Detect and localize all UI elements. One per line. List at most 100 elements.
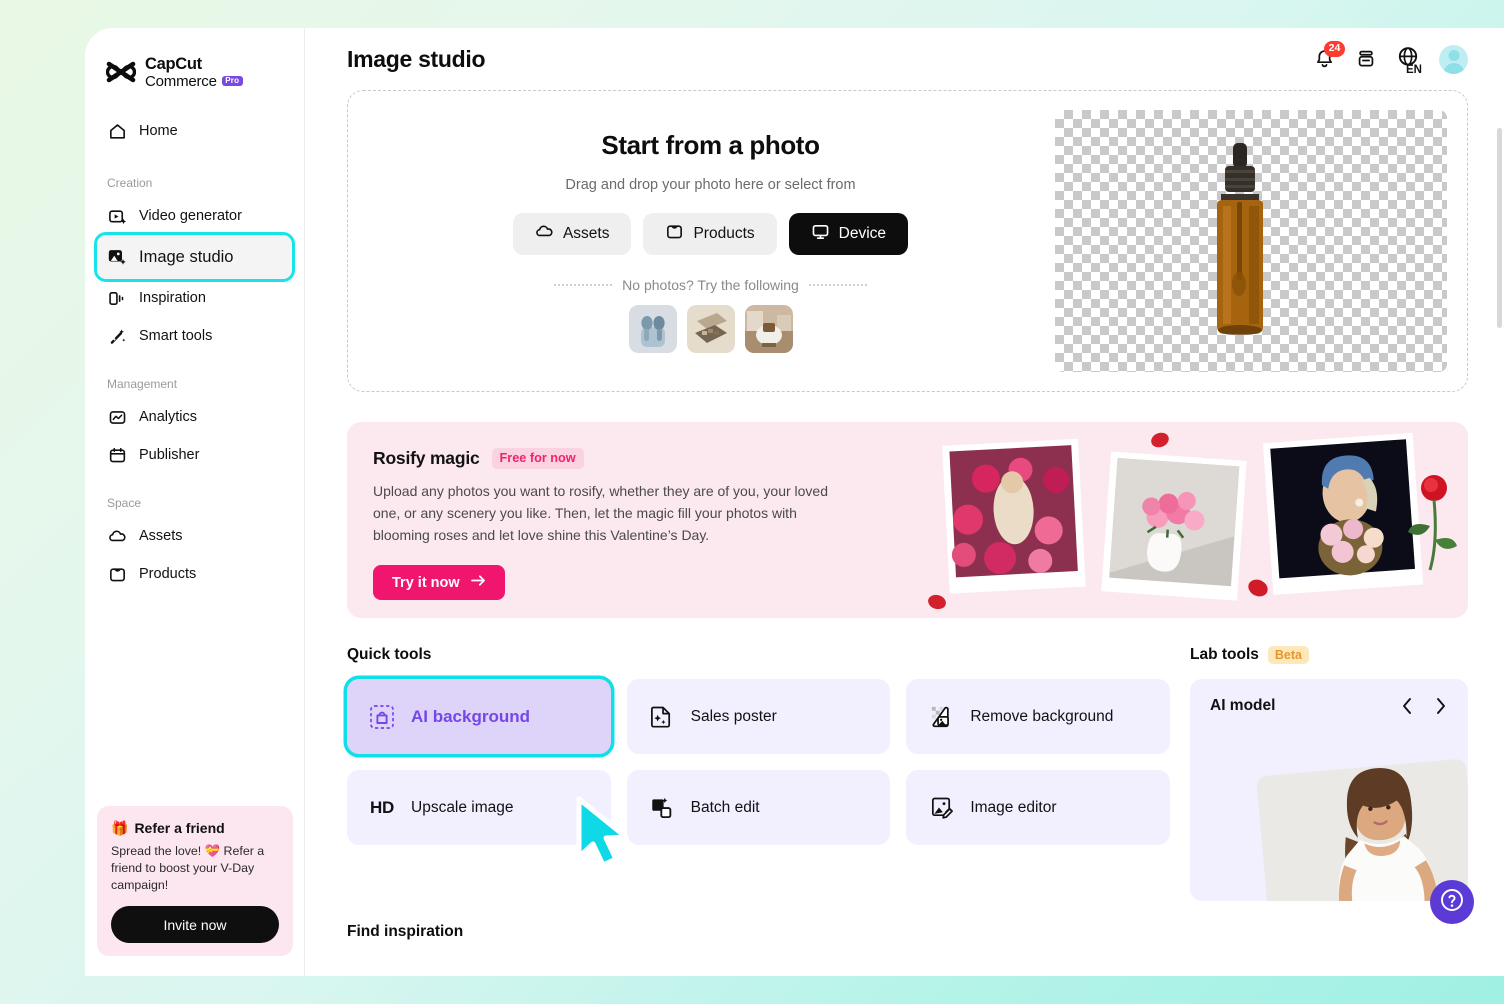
- tool-card-ai-background[interactable]: AI background: [347, 679, 611, 754]
- sidebar-item-video-generator-label: Video generator: [139, 208, 242, 224]
- language-label: EN: [1406, 64, 1422, 76]
- bag-icon: [107, 564, 127, 584]
- batch-edit-icon: [649, 795, 675, 820]
- sidebar-nav: Home Creation Video generator Image stud…: [85, 112, 304, 593]
- petal: [1151, 432, 1169, 448]
- upload-from-products-button[interactable]: Products: [643, 212, 777, 255]
- rosify-try-it-now-button[interactable]: Try it now: [373, 565, 505, 601]
- tool-card-batch-edit[interactable]: Batch edit: [626, 770, 891, 845]
- sidebar-item-home[interactable]: Home: [97, 112, 292, 150]
- sidebar-item-assets[interactable]: Assets: [97, 517, 292, 555]
- help-icon: [1439, 887, 1465, 918]
- notifications-badge: 24: [1324, 40, 1345, 57]
- sidebar-item-smart-tools[interactable]: Smart tools: [97, 317, 292, 355]
- sample-earbuds[interactable]: [628, 304, 677, 353]
- notifications-button[interactable]: 24: [1313, 40, 1345, 71]
- tool-card-remove-background[interactable]: Remove background: [906, 679, 1170, 754]
- brand-text: CapCut Commerce Pro: [145, 55, 243, 90]
- rosify-description: Upload any photos you want to rosify, wh…: [373, 483, 828, 544]
- avatar[interactable]: [1439, 44, 1468, 74]
- refer-title-row: 🎁 Refer a friend: [111, 820, 279, 837]
- rosify-title-row: Rosify magic Free for now: [373, 448, 947, 469]
- upload-source-buttons: Assets Products Device: [512, 212, 909, 255]
- brand-line-1: CapCut: [145, 55, 202, 73]
- sidebar-item-assets-label: Assets: [139, 528, 183, 544]
- publisher-icon: [107, 445, 127, 465]
- beta-badge: Beta: [1267, 645, 1309, 665]
- cloud-icon: [535, 222, 554, 246]
- lab-tools-header: Lab tools Beta: [1190, 644, 1468, 666]
- tool-card-image-editor[interactable]: Image editor: [906, 770, 1170, 845]
- photo-upload-dropzone[interactable]: Start from a photo Drag and drop your ph…: [347, 90, 1468, 392]
- pro-badge: Pro: [221, 75, 243, 87]
- refer-title: Refer a friend: [134, 820, 225, 837]
- upload-from-device-button[interactable]: Device: [788, 212, 909, 255]
- divider-left: [554, 283, 613, 286]
- upload-from-device-label: Device: [838, 224, 887, 242]
- no-photos-row: No photos? Try the following: [554, 277, 867, 293]
- analytics-icon: [107, 407, 127, 427]
- upload-from-assets-label: Assets: [562, 224, 610, 242]
- vase-of-roses-photo: [1101, 451, 1247, 601]
- app-window: CapCut Commerce Pro Home Creation Video …: [85, 28, 1504, 976]
- gift-icon: 🎁: [111, 819, 129, 836]
- tool-card-ai-background-label: AI background: [411, 706, 531, 726]
- page-title: Image studio: [347, 45, 486, 72]
- inbox-button[interactable]: [1355, 48, 1377, 70]
- home-icon: [107, 121, 127, 141]
- video-generator-icon: [107, 206, 127, 226]
- sidebar-item-image-studio[interactable]: Image studio: [97, 235, 292, 279]
- chevron-right-icon[interactable]: [1434, 697, 1448, 715]
- refer-body: Spread the love! 💝 Refer a friend to boo…: [111, 843, 265, 892]
- invite-now-button[interactable]: Invite now: [111, 906, 279, 943]
- rosify-text-block: Rosify magic Free for now Upload any pho…: [347, 422, 947, 618]
- top-bar-actions: 24 EN: [1313, 40, 1468, 76]
- lab-card-nav: [1400, 697, 1448, 715]
- sample-photos: [628, 304, 793, 353]
- tool-card-upscale-image[interactable]: HD Upscale image: [347, 770, 611, 845]
- image-editor-icon: [928, 795, 954, 820]
- remove-background-icon: [928, 704, 954, 729]
- page-scrollbar[interactable]: [1497, 128, 1502, 328]
- sidebar-item-inspiration[interactable]: Inspiration: [97, 279, 292, 317]
- sidebar-item-inspiration-label: Inspiration: [139, 290, 206, 306]
- tools-row: Quick tools AI background Sales poster R…: [347, 644, 1468, 901]
- chevron-left-icon[interactable]: [1400, 697, 1414, 715]
- sidebar-item-video-generator[interactable]: Video generator: [97, 197, 292, 235]
- tool-card-upscale-image-label: Upscale image: [411, 798, 514, 816]
- brand-logo-block[interactable]: CapCut Commerce Pro: [85, 28, 304, 90]
- help-button[interactable]: [1430, 880, 1474, 924]
- tool-card-batch-edit-label: Batch edit: [690, 798, 760, 816]
- sample-eyeshadow-palette[interactable]: [686, 304, 735, 353]
- sidebar-item-publisher[interactable]: Publisher: [97, 436, 292, 474]
- sidebar-item-products-label: Products: [139, 566, 197, 582]
- monitor-icon: [811, 222, 830, 246]
- sidebar-item-products[interactable]: Products: [97, 555, 292, 593]
- sidebar-section-space: Space: [107, 496, 142, 510]
- rosify-cta-label: Try it now: [392, 574, 460, 591]
- sample-armchair[interactable]: [744, 304, 793, 353]
- quick-tools-grid: AI background Sales poster Remove backgr…: [347, 679, 1170, 845]
- quick-tools-section: Quick tools AI background Sales poster R…: [347, 644, 1170, 901]
- top-bar: Image studio 24 EN: [305, 28, 1504, 90]
- lab-tools-section: Lab tools Beta AI model: [1190, 644, 1468, 901]
- upload-subheading: Drag and drop your photo here or select …: [565, 176, 856, 193]
- bag-icon: [665, 222, 684, 246]
- image-studio-icon: [107, 247, 127, 267]
- petal: [928, 594, 946, 610]
- sidebar-item-image-studio-label: Image studio: [139, 247, 234, 266]
- language-switcher[interactable]: EN: [1396, 45, 1422, 76]
- tool-card-sales-poster[interactable]: Sales poster: [626, 679, 891, 754]
- girl-with-pearl-earring-photo: [1262, 432, 1424, 595]
- sidebar-item-publisher-label: Publisher: [139, 447, 200, 463]
- ai-model-woman-photo: [1256, 759, 1468, 901]
- sales-poster-icon: [649, 704, 675, 729]
- lab-card-header: AI model: [1210, 697, 1448, 715]
- lab-card-ai-model[interactable]: AI model: [1190, 679, 1468, 901]
- sidebar-item-analytics[interactable]: Analytics: [97, 398, 292, 436]
- brand-line-2-row: Commerce Pro: [145, 73, 243, 90]
- upload-from-assets-button[interactable]: Assets: [512, 212, 632, 255]
- rosify-magic-banner[interactable]: Rosify magic Free for now Upload any pho…: [347, 422, 1468, 618]
- petal: [1248, 579, 1268, 597]
- refer-a-friend-card: 🎁 Refer a friend Spread the love! 💝 Refe…: [97, 805, 293, 956]
